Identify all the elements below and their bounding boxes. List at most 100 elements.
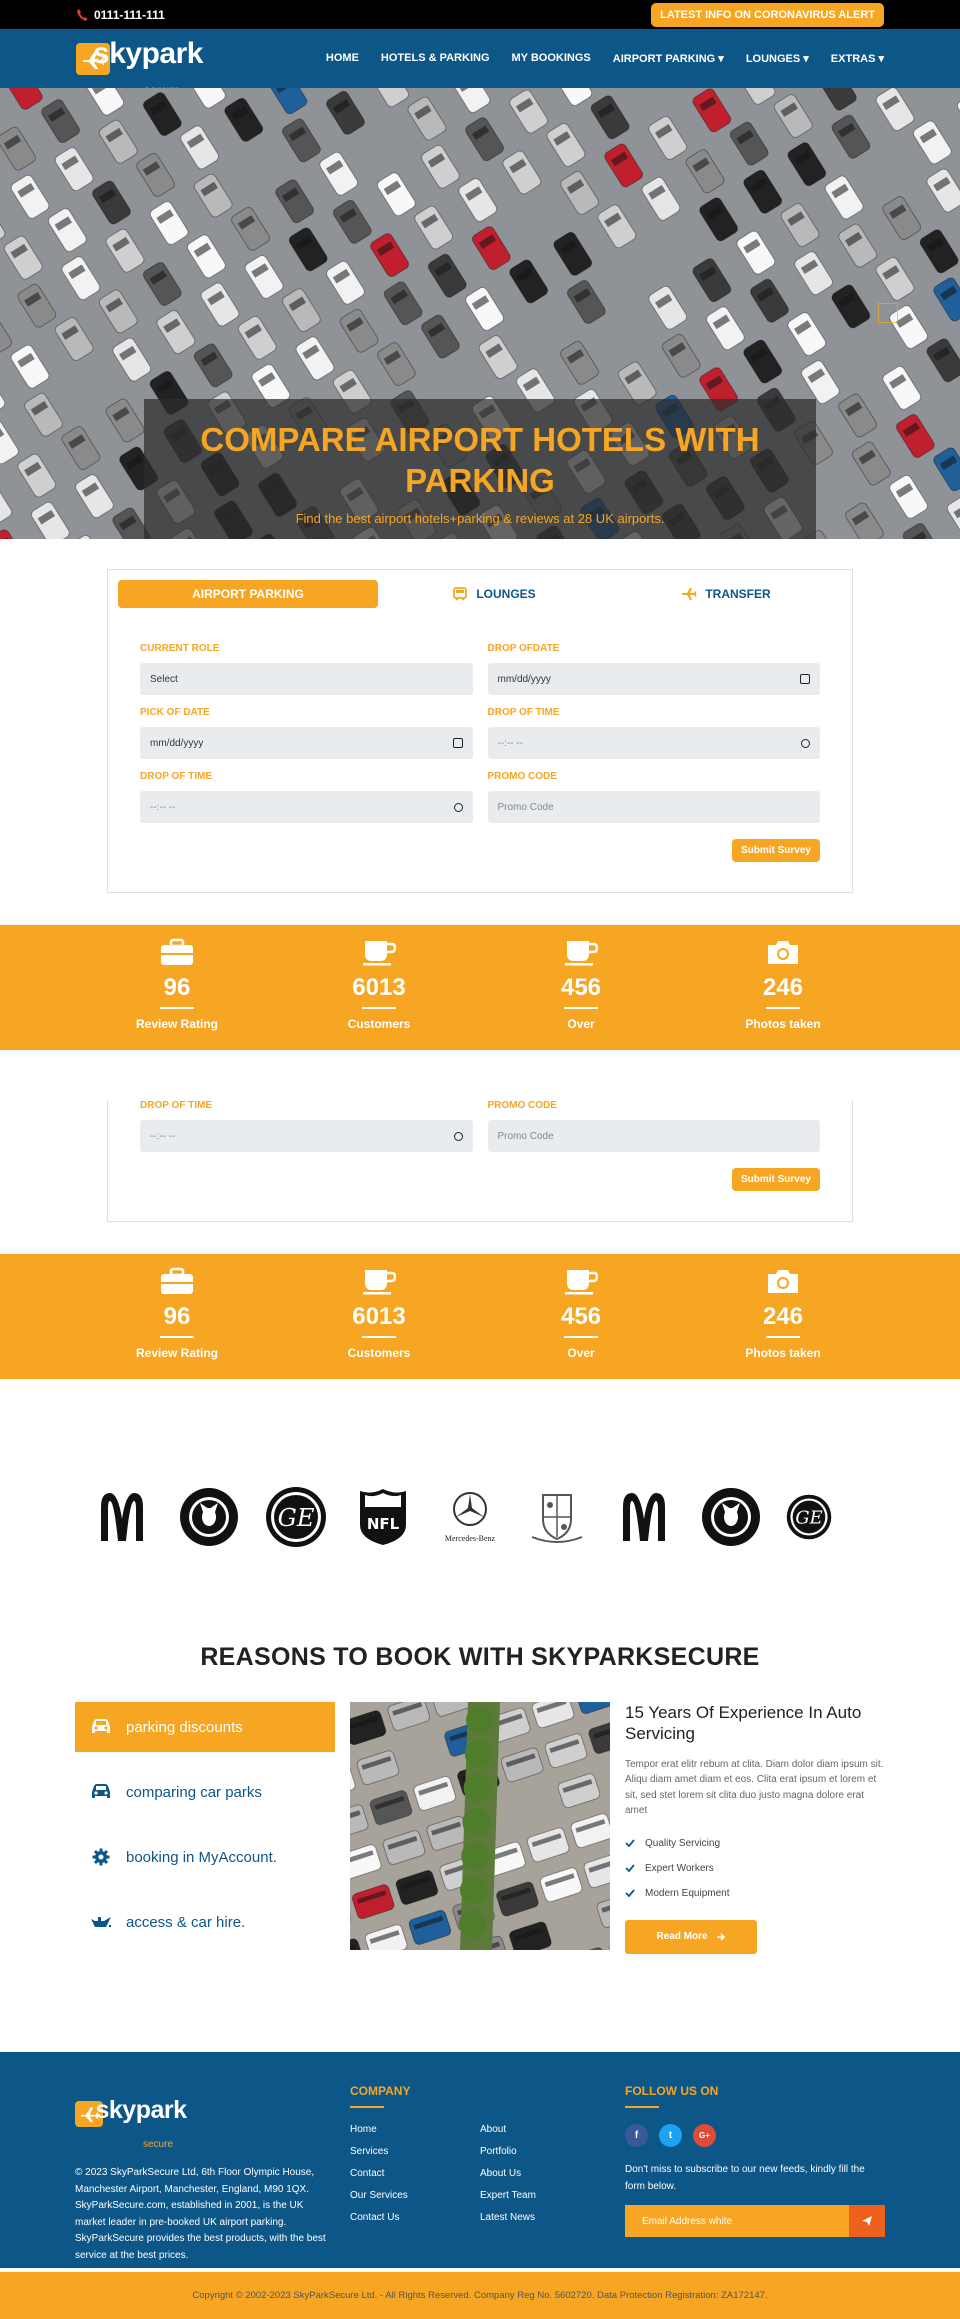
promo-code-input[interactable]: Promo Code — [488, 791, 821, 823]
main-navigation: skypark secure HOME HOTELS & PARKING MY … — [0, 29, 960, 88]
bus-icon — [452, 587, 468, 601]
field-label: PICK OF DATE — [140, 707, 473, 718]
stat-label: Photos taken — [708, 1017, 858, 1031]
stat-customers: 6013 Customers — [304, 925, 454, 1050]
tab-lounges[interactable]: LOUNGES — [378, 580, 610, 608]
svg-text:GE: GE — [278, 1504, 315, 1532]
nav-menu: HOME HOTELS & PARKING MY BOOKINGS AIRPOR… — [326, 52, 884, 65]
nav-my-bookings[interactable]: MY BOOKINGS — [512, 52, 591, 65]
phone-icon — [76, 8, 88, 22]
date-value: mm/dd/yyyy — [150, 738, 203, 749]
footer-link-home[interactable]: Home — [350, 2124, 480, 2135]
check-item: Quality Servicing — [625, 1831, 885, 1856]
promo-code-input[interactable]: Promo Code — [488, 1120, 821, 1152]
field-current-role: CURRENT ROLE Select — [140, 643, 473, 695]
reason-label: comparing car parks — [126, 1784, 262, 1801]
reason-parking-discounts[interactable]: parking discounts — [75, 1702, 335, 1752]
drop-of-time-input[interactable]: --:-- -- — [488, 727, 821, 759]
booking-fields: CURRENT ROLE Select DROP OFDATE mm/dd/yy… — [118, 643, 842, 835]
nav-extras[interactable]: EXTRAS ▾ — [831, 52, 884, 65]
car-icon — [90, 1783, 112, 1801]
field-label: PROMO CODE — [488, 771, 821, 782]
nav-lounges[interactable]: LOUNGES ▾ — [746, 52, 809, 65]
drop-of-time-input[interactable]: --:-- -- — [140, 1120, 473, 1152]
nav-airport-parking[interactable]: AIRPORT PARKING ▾ — [613, 52, 724, 65]
nav-hotels-parking[interactable]: HOTELS & PARKING — [381, 52, 490, 65]
stat-label: Customers — [304, 1017, 454, 1031]
footer-logo[interactable]: skypark secure — [75, 2078, 335, 2150]
current-role-select[interactable]: Select — [140, 663, 473, 695]
tab-airport-parking[interactable]: AIRPORT PARKING — [118, 580, 378, 608]
field-drop-of-time-2: DROP OF TIME --:-- -- — [140, 771, 473, 823]
google-plus-icon[interactable]: G+ — [693, 2124, 716, 2147]
newsletter-text: Don't miss to subscribe to our new feeds… — [625, 2162, 885, 2195]
footer-follow: FOLLOW US ON f t G+ Don't miss to subscr… — [625, 2078, 885, 2268]
stat-value: 456 — [506, 1305, 656, 1329]
facebook-icon[interactable]: f — [625, 2124, 648, 2147]
footer-about: skypark secure © 2023 SkyParkSecure Ltd,… — [75, 2078, 335, 2268]
footer-link-contact-us[interactable]: Contact Us — [350, 2212, 480, 2223]
submit-survey-button[interactable]: Submit Survey — [732, 839, 820, 862]
email-field[interactable]: Email Address white — [625, 2205, 849, 2237]
reason-booking-myaccount[interactable]: booking in MyAccount. — [75, 1832, 335, 1882]
footer-link-contact[interactable]: Contact — [350, 2168, 480, 2179]
car-icon — [90, 1718, 112, 1736]
site-logo[interactable]: skypark secure — [76, 22, 180, 96]
footer-link-about[interactable]: About — [480, 2124, 610, 2135]
field-label: CURRENT ROLE — [140, 643, 473, 654]
reason-comparing-car-parks[interactable]: comparing car parks — [75, 1767, 335, 1817]
svg-text:GE: GE — [795, 1508, 822, 1529]
check-item: Modern Equipment — [625, 1881, 885, 1906]
footer-company: COMPANY Home About Services Portfolio Co… — [350, 2078, 610, 2268]
phone-contact[interactable]: 0111-111-111 — [76, 8, 165, 22]
oil-can-icon — [90, 1913, 112, 1931]
share-icon[interactable] — [878, 303, 898, 323]
booking-form-fragment: DROP OF TIME --:-- -- PROMO CODE Promo C… — [107, 1100, 853, 1222]
tab-label: LOUNGES — [476, 587, 535, 601]
newsletter-form: Email Address white — [625, 2205, 885, 2237]
twitter-icon[interactable]: t — [659, 2124, 682, 2147]
stat-label: Photos taken — [708, 1346, 858, 1360]
coffee-cup-icon — [362, 1267, 396, 1295]
subscribe-button[interactable] — [849, 2205, 885, 2237]
stats-band-repeat: 96 Review Rating 6013 Customers 456 Over… — [0, 1254, 960, 1379]
stat-label: Customers — [304, 1346, 454, 1360]
clock-icon[interactable] — [801, 739, 810, 748]
field-promo-code: PROMO CODE Promo Code — [488, 771, 821, 823]
drop-off-date-input[interactable]: mm/dd/yyyy — [488, 663, 821, 695]
submit-survey-button[interactable]: Submit Survey — [732, 1168, 820, 1191]
tab-transfer[interactable]: TRANSFER — [610, 580, 842, 608]
clock-icon[interactable] — [454, 1132, 463, 1141]
nav-home[interactable]: HOME — [326, 52, 359, 65]
stat-value: 96 — [102, 1305, 252, 1329]
calendar-icon[interactable] — [800, 674, 810, 684]
hero-title: COMPARE AIRPORT HOTELS WITH PARKING — [144, 419, 816, 502]
drop-of-time-input-2[interactable]: --:-- -- — [140, 791, 473, 823]
coronavirus-alert-button[interactable]: LATEST INFO ON CORONAVIRUS ALERT — [651, 3, 884, 27]
read-more-button[interactable]: Read More — [625, 1920, 757, 1954]
footer-link-services[interactable]: Services — [350, 2146, 480, 2157]
footer-link-latest-news[interactable]: Latest News — [480, 2212, 610, 2223]
social-links: f t G+ — [625, 2124, 885, 2147]
field-pick-of-date: PICK OF DATE mm/dd/yyyy — [140, 707, 473, 759]
stat-review-rating: 96 Review Rating — [102, 925, 252, 1050]
coffee-cup-icon — [564, 1267, 598, 1295]
ge-logo: GE — [264, 1485, 328, 1549]
hogwarts-crest — [525, 1485, 589, 1549]
footer-link-about-us[interactable]: About Us — [480, 2168, 610, 2179]
time-value: --:-- -- — [498, 738, 524, 749]
coffee-cup-icon — [362, 938, 396, 966]
reason-label: parking discounts — [126, 1719, 243, 1736]
footer-link-our-services[interactable]: Our Services — [350, 2190, 480, 2201]
footer-link-portfolio[interactable]: Portfolio — [480, 2146, 610, 2157]
briefcase-icon — [160, 1267, 194, 1295]
clock-icon[interactable] — [454, 803, 463, 812]
svg-text:NFL: NFL — [367, 1515, 400, 1533]
booking-fields: DROP OF TIME --:-- -- PROMO CODE Promo C… — [118, 1100, 842, 1164]
calendar-icon[interactable] — [453, 738, 463, 748]
footer-link-expert-team[interactable]: Expert Team — [480, 2190, 610, 2201]
send-icon — [861, 2215, 873, 2227]
reason-access-car-hire[interactable]: access & car hire. — [75, 1897, 335, 1947]
pick-of-date-input[interactable]: mm/dd/yyyy — [140, 727, 473, 759]
arrow-right-icon — [716, 1932, 726, 1942]
